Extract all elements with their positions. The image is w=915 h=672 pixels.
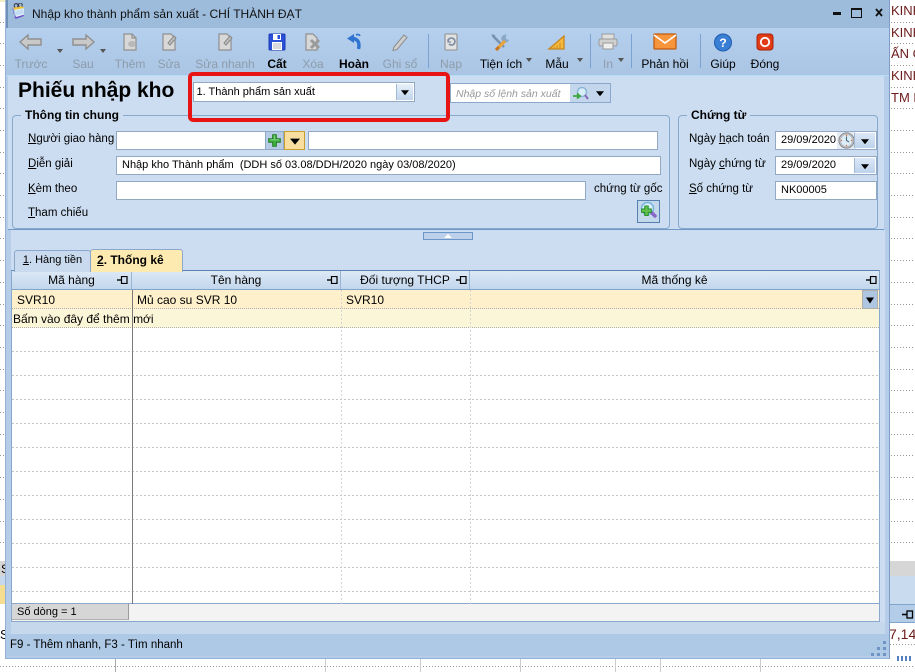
svg-text:?: ? <box>719 36 726 50</box>
